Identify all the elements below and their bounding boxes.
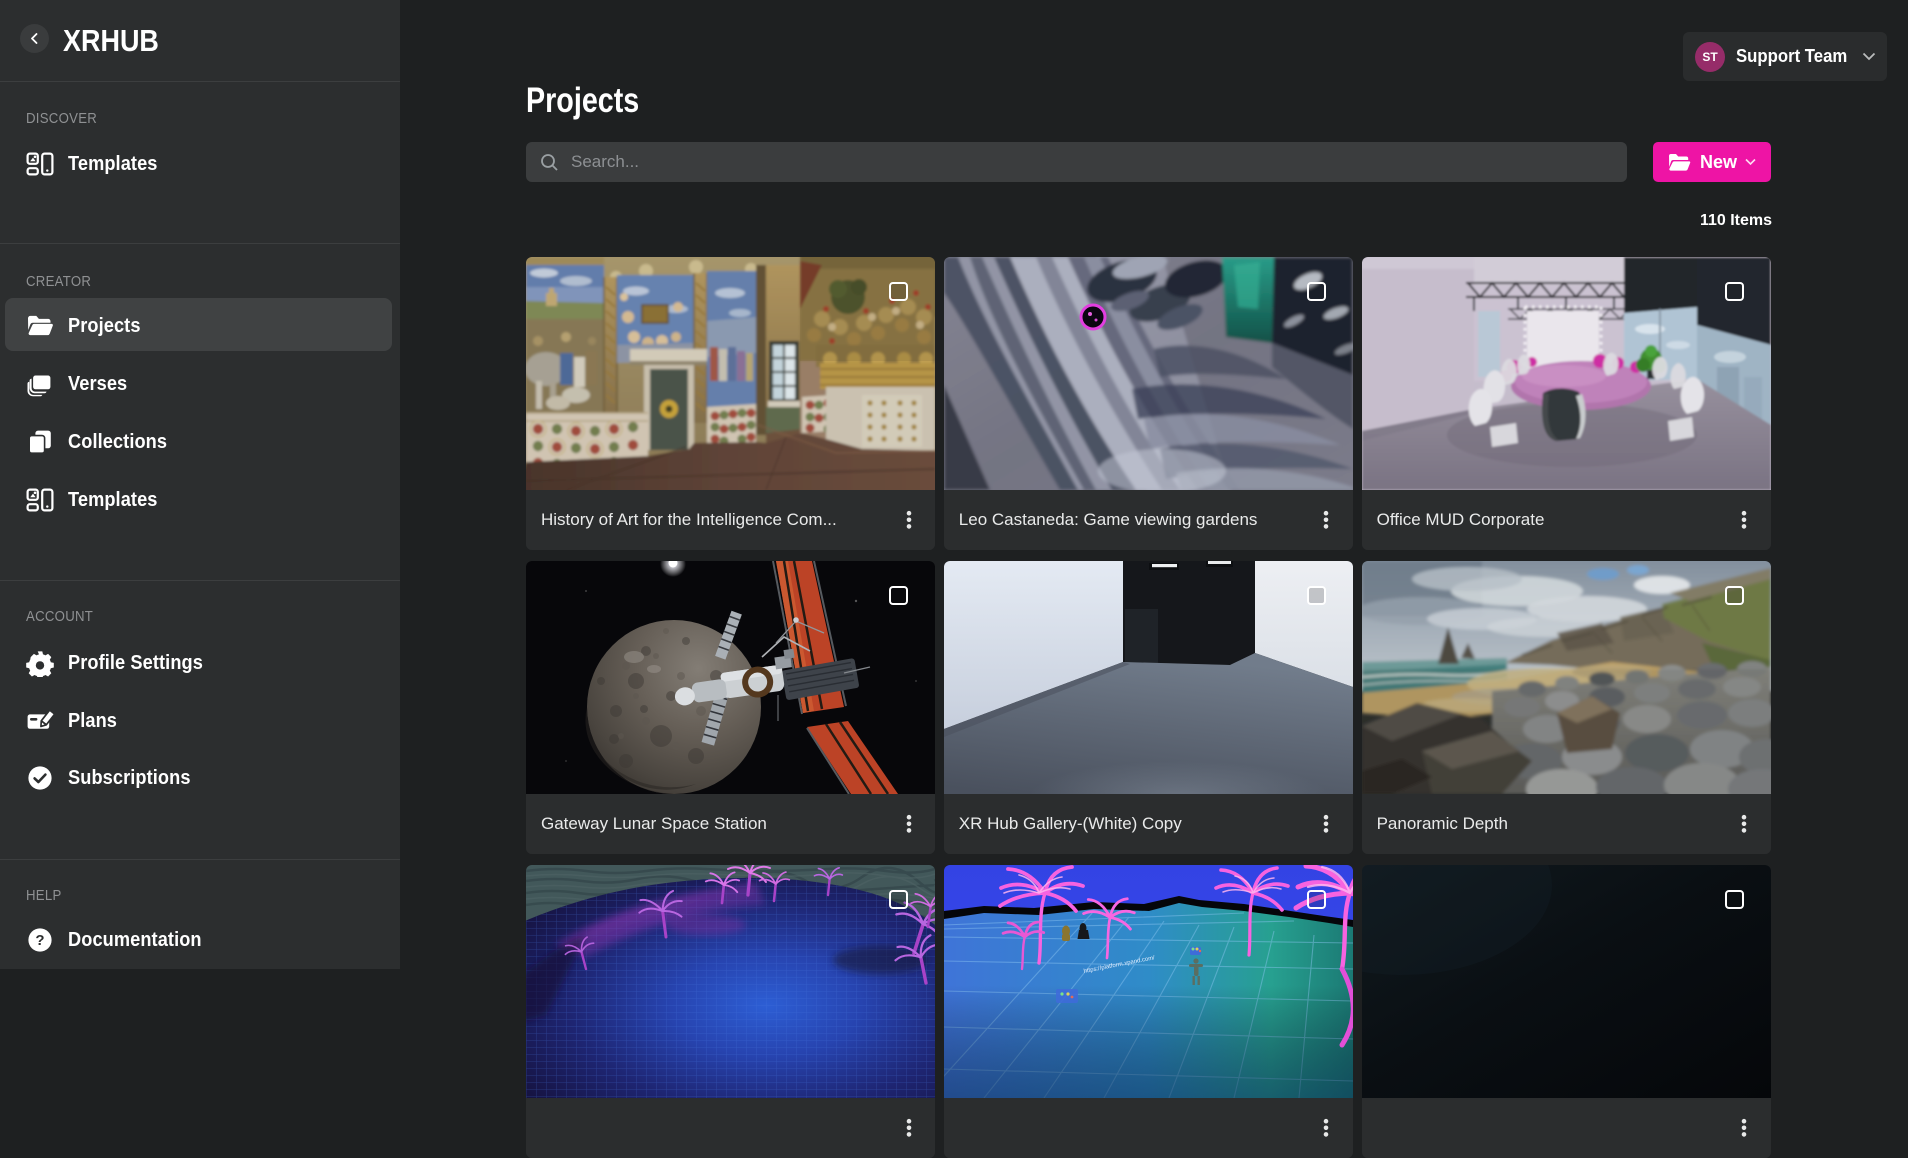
svg-text:?: ?: [35, 932, 44, 949]
